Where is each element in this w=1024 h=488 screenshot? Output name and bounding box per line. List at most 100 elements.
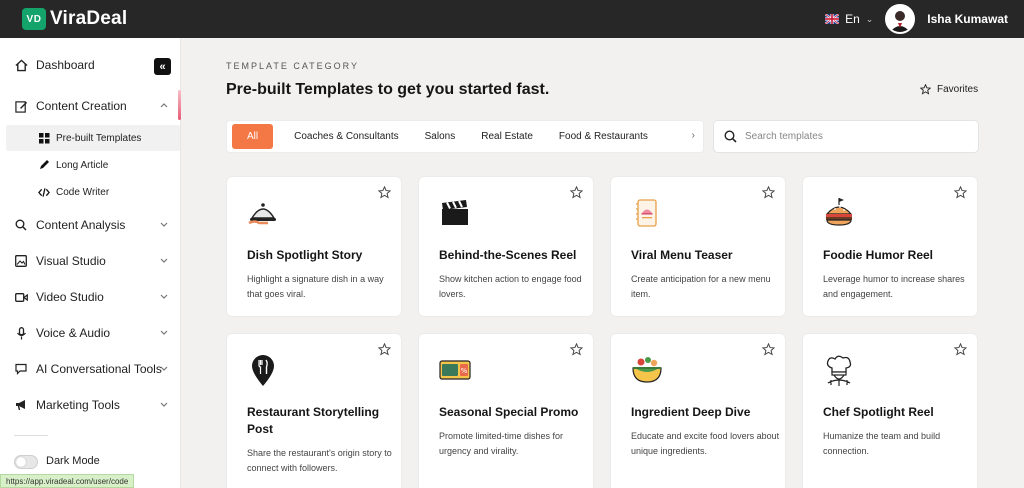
sidebar-item-dashboard[interactable]: Dashboard « [0,53,181,77]
collapse-sidebar-button[interactable]: « [154,58,171,75]
template-card-seasonal-special[interactable]: % Seasonal Special Promo Promote limited… [418,333,594,488]
template-card-behind-the-scenes[interactable]: Behind-the-Scenes Reel Show kitchen acti… [418,176,594,317]
sidebar-item-label: AI Conversational Tools [36,362,162,376]
sidebar-item-content-analysis[interactable]: Content Analysis [0,213,181,237]
section-kicker: TEMPLATE CATEGORY [226,61,360,71]
star-outline-icon[interactable] [762,186,775,199]
sidebar-item-label: Content Analysis [36,218,126,232]
star-outline-icon [920,84,931,95]
menu-book-icon [629,195,665,231]
sidebar-item-voice-audio[interactable]: Voice & Audio [0,321,181,345]
search-box [713,120,979,153]
user-avatar-icon [890,11,911,32]
home-icon [14,58,28,72]
sidebar-divider [14,435,48,436]
top-bar: VD ViraDeal En ⌄ Isha Kumawat [0,0,1024,38]
card-description: Leverage humor to increase shares and en… [823,274,965,299]
chevron-down-icon[interactable] [159,327,169,337]
star-outline-icon[interactable] [762,343,775,356]
app-logo[interactable]: VD ViraDeal [22,8,127,30]
app-name: ViraDeal [50,8,128,29]
microphone-icon [14,326,28,340]
sidebar-item-label: Visual Studio [36,254,106,268]
card-title: Chef Spotlight Reel [823,405,934,419]
template-card-viral-menu-teaser[interactable]: Viral Menu Teaser Create anticipation fo… [610,176,786,317]
chevron-down-icon[interactable] [159,363,169,373]
search-icon [724,130,737,143]
page-title: Pre-built Templates to get you started f… [226,81,550,98]
tab-food-restaurants[interactable]: Food & Restaurants [546,124,661,149]
template-card-foodie-humor[interactable]: Foodie Humor Reel Leverage humor to incr… [802,176,978,317]
card-title: Dish Spotlight Story [247,248,363,262]
sidebar-subitem-code-writer[interactable]: Code Writer [6,179,180,205]
sidebar-item-label: Voice & Audio [36,326,111,340]
category-tabs: All Coaches & Consultants Salons Real Es… [226,120,704,153]
template-card-chef-spotlight[interactable]: Chef Spotlight Reel Humanize the team an… [802,333,978,488]
card-title: Ingredient Deep Dive [631,405,751,419]
favorites-button[interactable]: Favorites [920,84,978,95]
sidebar: Dashboard « Content Creation Pre-built T… [0,38,181,488]
sidebar-item-label: Content Creation [36,99,127,113]
chevron-up-icon[interactable] [159,100,169,110]
avatar[interactable] [885,4,916,34]
sidebar-subitem-label: Code Writer [56,186,110,198]
card-description: Highlight a signature dish in a way that… [247,274,384,299]
grid-icon [38,132,50,144]
template-card-ingredient-deep-dive[interactable]: Ingredient Deep Dive Educate and excite … [610,333,786,488]
card-description: Promote limited-time dishes for urgency … [439,431,564,456]
sidebar-subitem-long-article[interactable]: Long Article [6,152,180,178]
card-title: Seasonal Special Promo [439,405,579,419]
burger-icon [821,195,857,231]
chevron-down-icon[interactable]: ⌄ [866,14,874,25]
sidebar-subitem-label: Pre-built Templates [56,132,142,144]
language-selector[interactable]: En [845,12,860,26]
sidebar-item-video-studio[interactable]: Video Studio [0,285,181,309]
chevron-down-icon[interactable] [159,291,169,301]
megaphone-icon [14,398,28,412]
sidebar-item-ai-conversational-tools[interactable]: AI Conversational Tools [0,357,181,381]
user-name[interactable]: Isha Kumawat [927,12,1008,26]
star-outline-icon[interactable] [954,343,967,356]
card-title: Restaurant Storytelling Post [247,405,380,436]
dark-mode-toggle[interactable] [14,455,38,469]
card-title: Viral Menu Teaser [631,248,733,262]
star-outline-icon[interactable] [570,343,583,356]
card-title: Behind-the-Scenes Reel [439,248,577,262]
search-icon [14,218,28,232]
star-outline-icon[interactable] [954,186,967,199]
sidebar-item-marketing-tools[interactable]: Marketing Tools [0,393,181,417]
status-bar-url: https://app.viradeal.com/user/code [0,474,135,488]
top-right-controls: En ⌄ Isha Kumawat [825,0,1008,38]
pen-icon [38,159,50,171]
star-outline-icon[interactable] [378,186,391,199]
sidebar-subitem-prebuilt-templates[interactable]: Pre-built Templates [6,125,180,151]
chat-bubble-icon [14,362,28,376]
search-input[interactable] [745,131,945,142]
salad-bowl-icon [629,352,665,388]
star-outline-icon[interactable] [378,343,391,356]
template-card-dish-spotlight[interactable]: Dish Spotlight Story Highlight a signatu… [226,176,402,317]
star-outline-icon[interactable] [570,186,583,199]
tab-real-estate[interactable]: Real Estate [468,124,546,149]
restaurant-pin-icon [245,352,281,388]
tab-coaches-consultants[interactable]: Coaches & Consultants [281,124,412,149]
tab-all[interactable]: All [232,124,274,149]
chevron-right-icon[interactable]: › [692,130,695,141]
video-camera-icon [14,290,28,304]
tab-salons[interactable]: Salons [412,124,469,149]
image-icon [14,254,28,268]
chevron-down-icon[interactable] [159,219,169,229]
edit-icon [14,99,28,113]
chevron-down-icon[interactable] [159,399,169,409]
card-description: Educate and excite food lovers about uni… [631,431,780,456]
cloche-icon [245,195,281,231]
card-description: Share the restaurant's origin story to c… [247,448,392,473]
chevron-down-icon[interactable] [159,255,169,265]
card-description: Show kitchen action to engage food lover… [439,274,582,299]
sidebar-item-content-creation[interactable]: Content Creation [0,94,181,118]
favorites-label: Favorites [937,84,979,95]
card-description: Humanize the team and build connection. [823,431,941,456]
sidebar-item-visual-studio[interactable]: Visual Studio [0,249,181,273]
sidebar-item-label: Video Studio [36,290,104,304]
template-card-restaurant-storytelling[interactable]: Restaurant Storytelling Post Share the r… [226,333,402,488]
